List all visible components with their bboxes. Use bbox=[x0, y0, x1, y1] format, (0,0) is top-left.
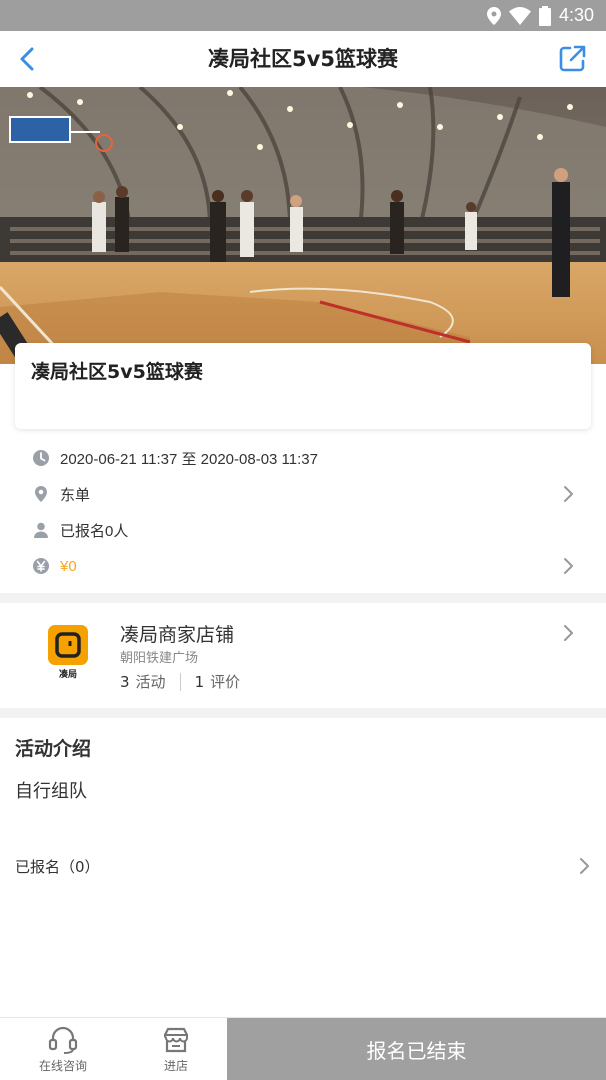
enter-shop-label: 进店 bbox=[163, 1058, 188, 1073]
location-row[interactable]: 东单 bbox=[0, 476, 606, 512]
location-pin-icon bbox=[35, 486, 47, 502]
stats-divider bbox=[179, 672, 181, 691]
chevron-right-icon bbox=[564, 625, 573, 641]
time-range-row: 2020-06-21 11:37 至 2020-08-03 11:37 bbox=[0, 440, 606, 476]
status-bar: 4:30 bbox=[0, 0, 606, 31]
price-row[interactable]: ¥0 bbox=[0, 548, 606, 584]
location-text: 东单 bbox=[60, 486, 91, 504]
signup-closed-button[interactable]: 报名已结束 bbox=[227, 1018, 606, 1080]
wifi-icon bbox=[508, 6, 531, 25]
event-title-card: 凑局社区5v5篮球赛 bbox=[15, 343, 591, 429]
section-divider bbox=[0, 593, 606, 603]
chevron-right-icon bbox=[564, 558, 573, 574]
event-title: 凑局社区5v5篮球赛 bbox=[31, 361, 203, 383]
location-status-icon bbox=[486, 6, 501, 25]
shop-card[interactable]: 凑局 凑局商家店铺 朝阳铁建广场 3 活动 1 评价 bbox=[0, 603, 606, 708]
yen-icon bbox=[33, 558, 49, 574]
nav-bar: 凑局社区5v5篮球赛 bbox=[0, 31, 606, 87]
enter-shop-button[interactable]: 进店 bbox=[144, 1018, 208, 1080]
reviews-count: 1 bbox=[194, 672, 205, 691]
shop-stats: 3 活动 1 评价 bbox=[120, 671, 240, 692]
person-icon bbox=[34, 522, 48, 538]
shop-logo bbox=[48, 625, 88, 665]
battery-icon bbox=[538, 5, 551, 26]
intro-body: 自行组队 bbox=[15, 781, 87, 802]
chevron-right-icon bbox=[580, 858, 589, 874]
section-divider bbox=[0, 708, 606, 718]
online-consult-label: 在线咨询 bbox=[38, 1058, 87, 1073]
registered-count-text: 已报名0人 bbox=[60, 522, 129, 540]
price-text: ¥0 bbox=[60, 557, 77, 575]
event-banner-image bbox=[0, 87, 606, 364]
status-time: 4:30 bbox=[558, 5, 594, 25]
chevron-right-icon bbox=[564, 486, 573, 502]
shop-logo-icon bbox=[55, 632, 81, 658]
reviews-label: 评价 bbox=[210, 673, 241, 691]
activities-count: 3 bbox=[120, 672, 130, 691]
headset-icon bbox=[48, 1026, 78, 1054]
store-icon bbox=[163, 1027, 188, 1052]
page-title: 凑局社区5v5篮球赛 bbox=[208, 47, 398, 71]
activities-label: 活动 bbox=[135, 673, 166, 691]
intro-heading: 活动介绍 bbox=[15, 738, 92, 760]
shop-logo-text: 凑局 bbox=[58, 670, 77, 680]
share-icon[interactable] bbox=[556, 43, 588, 75]
clock-icon bbox=[33, 450, 49, 466]
registered-list-link[interactable]: 已报名（0） bbox=[15, 856, 100, 877]
time-range-text: 2020-06-21 11:37 至 2020-08-03 11:37 bbox=[60, 450, 318, 468]
shop-address: 朝阳铁建广场 bbox=[120, 651, 199, 666]
online-consult-button[interactable]: 在线咨询 bbox=[30, 1018, 96, 1080]
registered-count-row: 已报名0人 bbox=[0, 512, 606, 548]
status-icons: 4:30 bbox=[486, 0, 594, 31]
shop-name: 凑局商家店铺 bbox=[120, 624, 235, 646]
